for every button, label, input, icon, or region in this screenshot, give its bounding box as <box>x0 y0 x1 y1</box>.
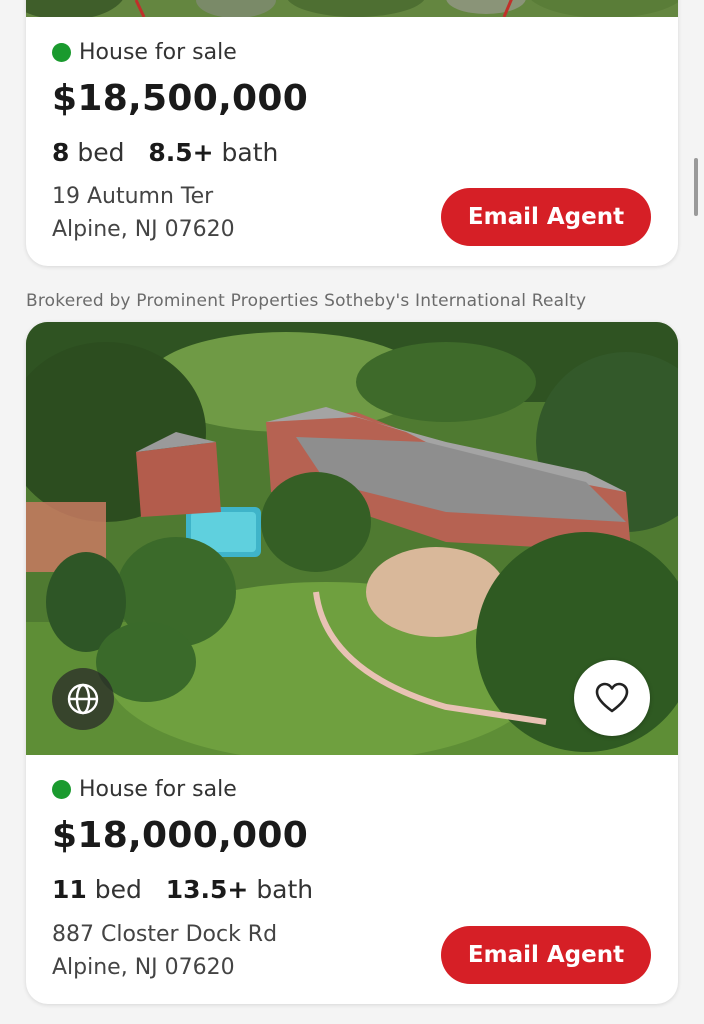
address-line-1: 887 Closter Dock Rd <box>52 922 278 947</box>
address-line-2: Alpine, NJ 07620 <box>52 955 235 980</box>
beds-label: bed <box>77 138 125 167</box>
listing-address[interactable]: 887 Closter Dock Rd Alpine, NJ 07620 <box>52 918 277 984</box>
favorite-button[interactable] <box>574 660 650 736</box>
listing-card[interactable]: House for sale $18,000,000 11 bed 13.5+ … <box>26 322 678 1004</box>
baths-label: bath <box>256 875 314 904</box>
address-line-2: Alpine, NJ 07620 <box>52 217 235 242</box>
listing-card[interactable]: House for sale $18,500,000 8 bed 8.5+ ba… <box>26 0 678 266</box>
virtual-tour-button[interactable] <box>52 668 114 730</box>
email-agent-button[interactable]: Email Agent <box>441 926 651 984</box>
beds-baths: 11 bed 13.5+ bath <box>52 875 313 904</box>
status-label: House for sale <box>79 40 237 65</box>
beds-count: 8 <box>52 138 70 167</box>
baths-label: bath <box>221 138 279 167</box>
listing-price: $18,500,000 <box>52 78 309 119</box>
listing-price: $18,000,000 <box>52 815 309 856</box>
baths-count: 13.5+ <box>165 875 249 904</box>
email-agent-button[interactable]: Email Agent <box>441 188 651 246</box>
beds-baths: 8 bed 8.5+ bath <box>52 138 278 167</box>
broker-attribution: Brokered by Prominent Properties Sotheby… <box>26 291 587 311</box>
status-dot-icon <box>52 43 71 62</box>
beds-count: 11 <box>52 875 87 904</box>
baths-count: 8.5+ <box>148 138 214 167</box>
status-dot-icon <box>52 780 71 799</box>
status-label: House for sale <box>79 777 237 802</box>
listing-status: House for sale <box>52 777 237 802</box>
listing-address[interactable]: 19 Autumn Ter Alpine, NJ 07620 <box>52 180 235 246</box>
address-line-1: 19 Autumn Ter <box>52 184 214 209</box>
listing-photo[interactable] <box>26 0 678 17</box>
listing-status: House for sale <box>52 40 237 65</box>
beds-label: bed <box>94 875 142 904</box>
heart-icon <box>595 682 629 713</box>
globe-icon <box>67 683 99 715</box>
scrollbar[interactable] <box>694 158 698 216</box>
